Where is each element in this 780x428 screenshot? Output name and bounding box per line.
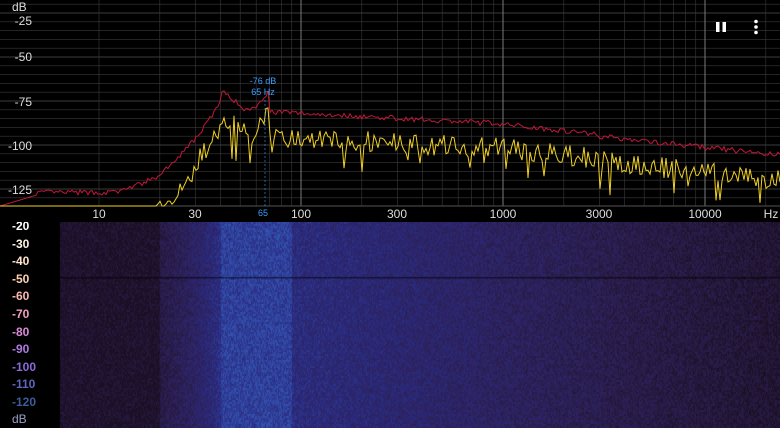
- y-tick-label: -125: [7, 183, 32, 197]
- x-tick-label: 3000: [585, 207, 613, 221]
- color-scale-tick: -100: [12, 359, 37, 374]
- color-scale-tick: -80: [12, 324, 30, 339]
- spectrum-plot[interactable]: dB -25 -50 -75 -100 -125 10 30 100 300 1…: [0, 0, 780, 222]
- peak-frequency-label: 65 Hz: [251, 87, 275, 97]
- pause-icon: [716, 22, 726, 32]
- x-tick-label: 30: [188, 207, 202, 221]
- color-scale-tick: -30: [12, 236, 30, 251]
- x-tick-label: 1000: [489, 207, 517, 221]
- spectrum-unit-label: dB: [12, 0, 27, 14]
- color-scale-tick: -70: [12, 307, 30, 321]
- y-tick-label: -100: [7, 139, 32, 153]
- color-scale-tick: -110: [12, 377, 36, 392]
- more-vert-icon: [754, 19, 758, 35]
- spectrogram[interactable]: -20 -30 -40 -50 -60 -70 -80 -90 -100 -110 -120 dB: [0, 222, 780, 428]
- spectrum-graph: [0, 0, 780, 207]
- peak-axis-marker: 65: [257, 208, 269, 218]
- grid-lines: [0, 0, 780, 207]
- y-tick-label: -75: [14, 95, 32, 109]
- x-tick-label: 10000: [688, 207, 722, 221]
- x-tick-label: 100: [290, 207, 312, 221]
- color-scale-tick: -90: [12, 342, 30, 357]
- live-spectrum-curve: [0, 107, 780, 207]
- color-scale-tick: -50: [12, 271, 30, 286]
- x-tick-label: 300: [386, 207, 408, 221]
- x-tick-label: 10: [92, 207, 106, 221]
- pause-button[interactable]: [710, 16, 732, 38]
- color-scale-tick: -40: [12, 254, 30, 269]
- x-unit-label: Hz: [763, 207, 779, 221]
- spectrogram-image: [0, 222, 780, 428]
- peak-level-label: -76 dB: [249, 76, 277, 86]
- color-scale-tick: -60: [12, 289, 30, 304]
- spectrogram-unit-label: dB: [12, 412, 27, 426]
- more-options-button[interactable]: [745, 16, 767, 38]
- y-tick-label: -50: [14, 50, 32, 64]
- color-scale-tick: -20: [12, 222, 30, 233]
- y-tick-label: -25: [14, 14, 32, 28]
- color-scale-tick: -120: [12, 395, 37, 409]
